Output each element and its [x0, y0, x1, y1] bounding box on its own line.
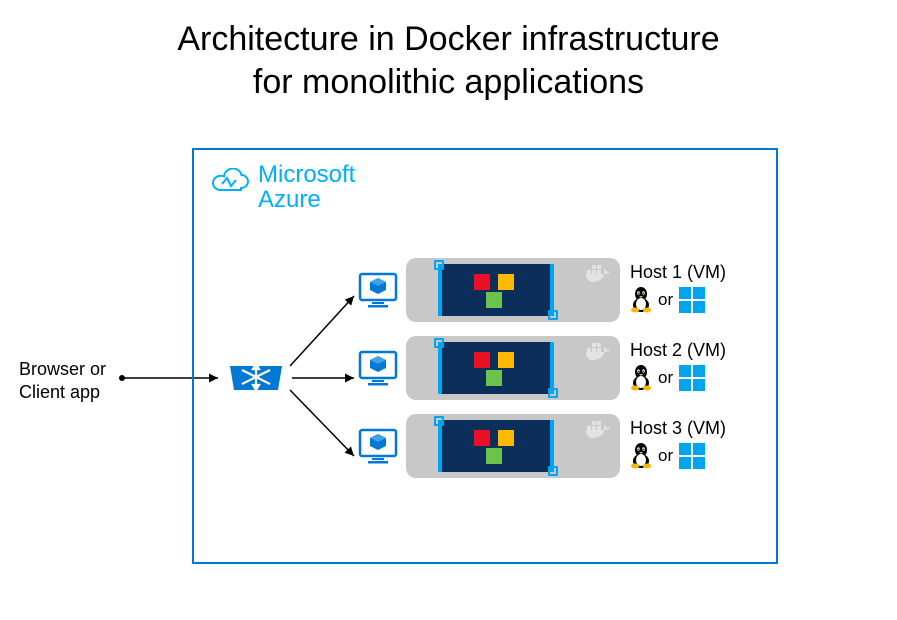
host-row: [358, 258, 620, 322]
windows-icon: [679, 443, 705, 469]
app-block-yellow: [498, 430, 514, 446]
cloud-icon: [212, 168, 250, 196]
linux-icon: [630, 365, 652, 391]
app-block-green: [486, 370, 502, 386]
host-info-group: Host 1 (VM) or Host 2 (VM) or Host 3 (VM…: [630, 258, 726, 492]
linux-icon: [630, 287, 652, 313]
app-block-yellow: [498, 352, 514, 368]
docker-icon: [584, 420, 612, 440]
app-block-red: [474, 430, 490, 446]
windows-icon: [679, 365, 705, 391]
azure-name-2: Azure: [258, 186, 321, 213]
azure-logo: Microsoft Azure: [212, 162, 355, 212]
host-container-pill: [406, 336, 620, 400]
host-row: [358, 414, 620, 478]
app-blocks: [472, 350, 520, 386]
docker-icon: [584, 342, 612, 362]
host-label: Host 3 (VM): [630, 418, 726, 439]
host-container-pill: [406, 414, 620, 478]
or-text: or: [658, 368, 673, 388]
os-options: or: [630, 443, 726, 469]
os-options: or: [630, 287, 726, 313]
windows-icon: [679, 287, 705, 313]
hosts-group: [358, 258, 620, 492]
app-block-red: [474, 352, 490, 368]
app-block-green: [486, 448, 502, 464]
azure-brand-text: Microsoft Azure: [258, 162, 355, 212]
app-blocks: [472, 272, 520, 308]
client-label: Browser or Client app: [19, 358, 106, 405]
app-blocks: [472, 428, 520, 464]
container-box: [438, 342, 554, 394]
monitor-icon: [358, 272, 398, 308]
linux-icon: [630, 443, 652, 469]
host-info-row: Host 2 (VM) or: [630, 336, 726, 414]
container-box: [438, 264, 554, 316]
monitor-icon: [358, 350, 398, 386]
docker-icon: [584, 264, 612, 284]
host-info-row: Host 3 (VM) or: [630, 414, 726, 492]
client-line-2: Client app: [19, 382, 100, 402]
host-label: Host 1 (VM): [630, 262, 726, 283]
client-line-1: Browser or: [19, 359, 106, 379]
host-label: Host 2 (VM): [630, 340, 726, 361]
or-text: or: [658, 290, 673, 310]
host-row: [358, 336, 620, 400]
host-info-row: Host 1 (VM) or: [630, 258, 726, 336]
app-block-red: [474, 274, 490, 290]
app-block-yellow: [498, 274, 514, 290]
monitor-icon: [358, 428, 398, 464]
title-line-2: for monolithic applications: [253, 63, 644, 101]
os-options: or: [630, 365, 726, 391]
azure-name-1: Microsoft: [258, 161, 355, 188]
app-block-green: [486, 292, 502, 308]
container-box: [438, 420, 554, 472]
diagram-title: Architecture in Docker infrastructure fo…: [0, 0, 897, 111]
title-line-1: Architecture in Docker infrastructure: [177, 20, 719, 58]
or-text: or: [658, 446, 673, 466]
host-container-pill: [406, 258, 620, 322]
